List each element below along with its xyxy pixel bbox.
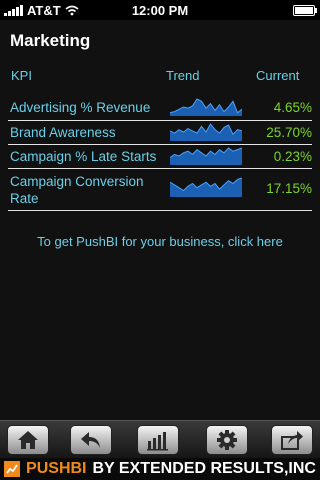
header-trend: Trend [166, 68, 200, 83]
kpi-current-value: 25.70% [266, 125, 312, 140]
settings-button[interactable] [206, 425, 248, 455]
kpi-label: Brand Awareness [10, 125, 116, 140]
status-time: 12:00 PM [131, 3, 189, 18]
pushbi-logo-icon [4, 461, 21, 477]
trend-sparkline [170, 177, 242, 197]
trend-sparkline [170, 123, 242, 141]
kpi-label: Advertising % Revenue [10, 100, 151, 115]
home-icon [18, 431, 38, 449]
brand-name: PUSHBI [26, 460, 87, 477]
share-button[interactable] [271, 425, 313, 455]
kpi-label: Campaign % Late Starts [10, 149, 157, 164]
kpi-current-value: 4.65% [273, 100, 312, 115]
kpi-row-campaign-late-starts[interactable]: Campaign % Late Starts 0.23% [8, 144, 312, 169]
bottom-toolbar [0, 420, 320, 459]
trend-sparkline [170, 98, 242, 116]
kpi-current-value: 0.23% [273, 149, 312, 164]
header-kpi: KPI [11, 68, 32, 83]
status-bar: AT&T 12:00 PM [0, 0, 320, 20]
kpi-label: Campaign Conversion Rate [10, 174, 144, 206]
battery-icon [293, 5, 317, 16]
kpi-row-advertising[interactable]: Advertising % Revenue 4.65% [8, 97, 312, 121]
sparkline-area [170, 178, 242, 197]
back-button[interactable] [70, 425, 112, 455]
home-button[interactable] [7, 425, 49, 455]
brand-footer: PUSHBI BY EXTENDED RESULTS,INC [0, 458, 320, 480]
page-title: Marketing [10, 31, 91, 50]
kpi-row-brand-awareness[interactable]: Brand Awareness 25.70% [8, 120, 312, 145]
bar-chart-icon [147, 432, 168, 451]
gear-icon [217, 430, 237, 450]
back-arrow-icon [81, 432, 100, 448]
kpi-row-campaign-conversion[interactable]: Campaign Conversion Rate 17.15% [8, 168, 312, 211]
chart-button[interactable] [137, 425, 179, 455]
pushbi-cta-link[interactable]: To get PushBI for your business, click h… [0, 234, 320, 249]
header-current: Current [256, 68, 300, 83]
trend-sparkline [170, 147, 242, 165]
kpi-current-value: 17.15% [266, 181, 312, 196]
brand-tagline: BY EXTENDED RESULTS,INC [92, 460, 316, 477]
share-icon [281, 431, 303, 450]
